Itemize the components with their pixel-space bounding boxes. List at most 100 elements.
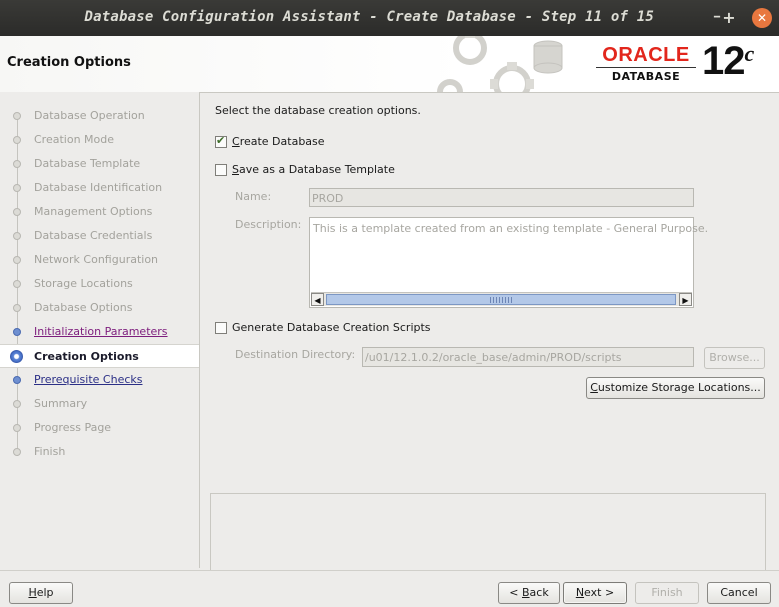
step-indicator-icon [13, 136, 21, 144]
description-text: This is a template created from an exist… [313, 222, 709, 235]
sidebar-step: Network Configuration [0, 248, 199, 272]
sidebar-step: Database Credentials [0, 224, 199, 248]
step-indicator-icon [13, 448, 21, 456]
sidebar-step-label: Initialization Parameters [34, 325, 168, 338]
version-number: 12 [702, 39, 745, 83]
step-indicator-icon [13, 280, 21, 288]
description-label: Description: [235, 218, 302, 231]
save-template-mnemonic: S [232, 163, 239, 176]
sidebar-step-label: Prerequisite Checks [34, 373, 143, 386]
oracle-database-label: DATABASE [611, 70, 681, 83]
back-label-prefix: < [509, 586, 522, 599]
create-database-mnemonic: C [232, 135, 240, 148]
template-name-field[interactable]: PROD [309, 188, 694, 207]
sidebar-step-label: Database Identification [34, 181, 163, 194]
scroll-right-icon[interactable]: ▶ [679, 293, 692, 306]
sidebar-step: Storage Locations [0, 272, 199, 296]
back-button[interactable]: < Back [498, 582, 560, 604]
version-badge: 12c [702, 39, 755, 84]
oracle-wordmark: ORACLE [602, 44, 690, 66]
step-indicator-icon [13, 112, 21, 120]
sidebar-step: Management Options [0, 200, 199, 224]
step-indicator-icon [10, 350, 23, 363]
name-label: Name: [235, 190, 272, 203]
step-indicator-icon [13, 304, 21, 312]
step-indicator-icon [13, 184, 21, 192]
logo-divider [596, 67, 696, 68]
step-indicator-icon [13, 400, 21, 408]
page-title: Creation Options [7, 55, 131, 70]
create-database-label-rest: reate Database [239, 135, 325, 148]
sidebar-step[interactable]: Creation Options [0, 344, 199, 368]
save-template-checkbox[interactable] [215, 164, 227, 176]
sidebar-step-label: Network Configuration [34, 253, 159, 266]
help-mnemonic: H [28, 586, 37, 599]
sidebar-step: Summary [0, 392, 199, 416]
step-indicator-icon [13, 376, 21, 384]
description-horizontal-scrollbar[interactable]: ◀ ▶ [311, 292, 692, 306]
sidebar-step: Database Options [0, 296, 199, 320]
generate-scripts-label[interactable]: Generate Database Creation Scripts [232, 321, 431, 334]
sidebar-step-label: Finish [34, 445, 66, 458]
back-label-rest: ack [529, 586, 549, 599]
destination-directory-field[interactable]: /u01/12.1.0.2/oracle_base/admin/PROD/scr… [362, 347, 694, 367]
back-mnemonic: B [522, 586, 530, 599]
save-template-label[interactable]: Save as a Database Template [232, 163, 395, 176]
sidebar-step-label: Database Options [34, 301, 133, 314]
sidebar-step-label: Database Template [34, 157, 141, 170]
description-textarea[interactable]: This is a template created from an exist… [309, 217, 708, 308]
version-suffix: c [744, 41, 755, 66]
customize-mnemonic: C [590, 381, 598, 394]
page-header: Creation Options ORACLE DATABASE 12c [0, 36, 779, 93]
create-database-checkbox[interactable] [215, 134, 227, 148]
customize-storage-locations-button[interactable]: Customize Storage Locations... [586, 377, 765, 399]
step-indicator-icon [13, 328, 21, 336]
scrollbar-grip-icon [490, 297, 512, 303]
gears-banner-icon [437, 36, 563, 92]
create-database-label[interactable]: Create Database [232, 135, 325, 148]
instruction-text: Select the database creation options. [215, 104, 421, 117]
sidebar-step: Database Identification [0, 176, 199, 200]
window-titlebar: Database Configuration Assistant - Creat… [0, 0, 779, 36]
sidebar-step: Database Template [0, 152, 199, 176]
help-label-rest: elp [36, 586, 54, 599]
sidebar-step-label: Creation Mode [34, 133, 115, 146]
sidebar-step-label: Management Options [34, 205, 153, 218]
next-mnemonic: N [575, 586, 585, 599]
close-button[interactable]: ✕ [752, 8, 772, 28]
customize-label-rest: ustomize Storage Locations... [597, 381, 761, 394]
steps-sidebar: Database Operation Creation Mode Database … [0, 92, 200, 568]
help-button[interactable]: Help [9, 582, 73, 604]
footer-separator [0, 570, 779, 571]
scroll-left-icon[interactable]: ◀ [311, 293, 324, 306]
sidebar-step-label: Creation Options [34, 350, 139, 363]
sidebar-step-label: Storage Locations [34, 277, 133, 290]
step-indicator-icon [13, 256, 21, 264]
sidebar-step-label: Database Credentials [34, 229, 153, 242]
maximize-button[interactable]: + [719, 8, 739, 28]
window-title: Database Configuration Assistant - Creat… [84, 9, 654, 25]
save-template-label-rest: ave as a Database Template [238, 163, 395, 176]
destination-directory-label: Destination Directory: [235, 348, 356, 361]
scrollbar-thumb[interactable] [326, 294, 676, 305]
sidebar-step[interactable]: Prerequisite Checks [0, 368, 199, 392]
next-label-rest: ext > [584, 586, 615, 599]
oracle-logo: ORACLE DATABASE [594, 44, 698, 84]
browse-button[interactable]: Browse... [704, 347, 765, 369]
sidebar-step-label: Database Operation [34, 109, 145, 122]
message-panel [210, 493, 766, 571]
step-indicator-icon [13, 160, 21, 168]
sidebar-step[interactable]: Initialization Parameters [0, 320, 199, 344]
step-indicator-icon [13, 232, 21, 240]
step-indicator-icon [13, 208, 21, 216]
cancel-button[interactable]: Cancel [707, 582, 771, 604]
generate-scripts-checkbox[interactable] [215, 322, 227, 334]
sidebar-step-label: Summary [34, 397, 88, 410]
step-indicator-icon [13, 424, 21, 432]
finish-button[interactable]: Finish [635, 582, 699, 604]
sidebar-step-label: Progress Page [34, 421, 112, 434]
sidebar-step: Database Operation [0, 104, 199, 128]
next-button[interactable]: Next > [563, 582, 627, 604]
sidebar-step: Finish [0, 440, 199, 464]
sidebar-step: Progress Page [0, 416, 199, 440]
